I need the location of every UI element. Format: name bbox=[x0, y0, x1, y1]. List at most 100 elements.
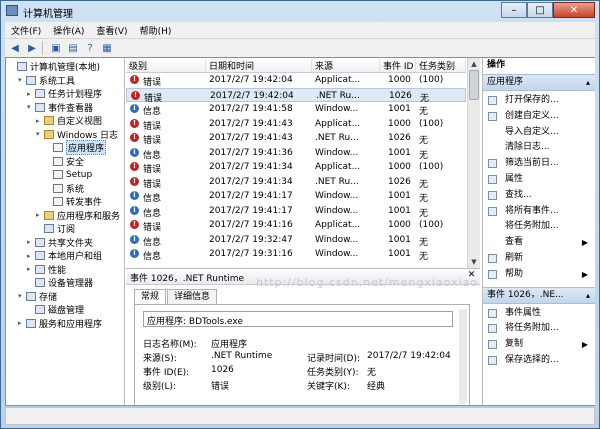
expand-arrow-icon[interactable]: ▾ bbox=[18, 76, 26, 84]
minimize-button[interactable]: – bbox=[501, 2, 527, 18]
tree-node[interactable]: ▾ 系统工具 bbox=[18, 74, 75, 87]
expand-arrow-icon[interactable]: ▸ bbox=[36, 211, 44, 219]
tree-node[interactable]: ▾ 存储 bbox=[18, 290, 57, 303]
table-row[interactable]: ! 错误 2017/2/7 19:41:16 Applicat... 1000 (100) bbox=[126, 218, 466, 233]
collapse-arrow-icon[interactable]: ▴ bbox=[586, 75, 590, 90]
scroll-thumb[interactable] bbox=[469, 70, 479, 100]
table-row[interactable]: ! 错误 2017/2/7 19:41:34 .NET Ru... 1026 无 bbox=[126, 175, 466, 190]
table-row[interactable]: i 信息 2017/2/7 19:41:17 Window... 1001 无 bbox=[126, 189, 466, 204]
menu-help[interactable]: 帮助(H) bbox=[134, 22, 178, 38]
action-item[interactable]: 打开保存的... bbox=[483, 93, 595, 108]
error-icon: ! bbox=[130, 176, 139, 186]
action-item[interactable]: 保存选择的... bbox=[483, 353, 595, 368]
forward-icon[interactable]: ▶ bbox=[25, 41, 39, 55]
action-item[interactable]: 属性 bbox=[483, 172, 595, 187]
tree-node[interactable]: ▸ 服务和应用程序 bbox=[18, 317, 102, 330]
help-icon bbox=[488, 269, 497, 279]
column-event-id[interactable]: 事件 ID bbox=[380, 59, 416, 72]
action-item[interactable]: 事件属性 bbox=[483, 306, 595, 321]
expand-arrow-icon[interactable]: ▸ bbox=[18, 319, 26, 327]
close-button[interactable]: ✕ bbox=[553, 2, 595, 18]
expand-arrow-icon[interactable]: ▸ bbox=[27, 265, 35, 273]
cell-cat: 无 bbox=[419, 208, 429, 219]
menu-file[interactable]: 文件(F) bbox=[5, 22, 47, 38]
folder-icon bbox=[44, 116, 54, 125]
table-row[interactable]: ! 错误 2017/2/7 19:41:43 Applicat... 1000 (100) bbox=[126, 117, 466, 132]
action-item[interactable]: 导入自定义... bbox=[483, 125, 595, 140]
column-source[interactable]: 来源 bbox=[312, 59, 380, 72]
detail-scrollbar[interactable] bbox=[459, 309, 467, 404]
actions-section-label: 事件 1026，.NE... bbox=[487, 289, 564, 300]
tree-node[interactable]: ▸ 任务计划程序 bbox=[27, 87, 102, 100]
action-item[interactable]: 查找... bbox=[483, 188, 595, 203]
menu-view[interactable]: 查看(V) bbox=[90, 22, 133, 38]
table-row[interactable]: ! 错误 2017/2/7 19:41:43 .NET Ru... 1026 无 bbox=[126, 131, 466, 146]
actions-section[interactable]: 事件 1026，.NE... ▴ bbox=[483, 286, 595, 304]
table-row[interactable]: i 信息 2017/2/7 19:41:17 Window... 1001 无 bbox=[126, 204, 466, 219]
tree-node[interactable]: 订阅 bbox=[36, 222, 75, 235]
action-item[interactable]: 清除日志... bbox=[483, 140, 595, 155]
action-item[interactable]: 复制 ▶ bbox=[483, 337, 595, 352]
action-item[interactable]: 将任务附加... bbox=[483, 321, 595, 336]
table-row[interactable]: i 信息 2017/2/7 19:31:16 Window... 1001 无 bbox=[126, 247, 466, 262]
tree-node[interactable]: ▸ 自定义视图 bbox=[36, 114, 102, 127]
expand-arrow-icon[interactable]: ▾ bbox=[18, 292, 26, 300]
tree-node[interactable]: 应用程序 bbox=[45, 140, 107, 155]
scroll-down-icon[interactable]: ▼ bbox=[468, 256, 480, 268]
tree-node[interactable]: ▾ 事件查看器 bbox=[27, 101, 93, 114]
column-task-category[interactable]: 任务类别 bbox=[416, 59, 466, 72]
tree-node[interactable]: ▸ 共享文件夹 bbox=[27, 236, 93, 249]
title-bar[interactable]: 计算机管理 – □ ✕ bbox=[1, 1, 599, 21]
tab-general[interactable]: 常规 bbox=[134, 289, 167, 305]
action-item[interactable]: 查看 ▶ bbox=[483, 235, 595, 250]
expand-arrow-icon[interactable]: ▾ bbox=[27, 103, 35, 111]
event-description-box[interactable]: 应用程序: BDTools.exe bbox=[143, 311, 453, 327]
event-id-label: 事件 ID(E): bbox=[143, 368, 190, 378]
table-row[interactable]: i 信息 2017/2/7 19:41:36 Window... 1001 无 bbox=[126, 146, 466, 161]
actions-section[interactable]: 应用程序 ▴ bbox=[483, 74, 595, 91]
tree-node[interactable]: 系统 bbox=[45, 182, 84, 195]
action-item[interactable]: 将所有事件... bbox=[483, 204, 595, 219]
tree-node[interactable]: 安全 bbox=[45, 155, 84, 168]
action-item[interactable]: 创建自定义... bbox=[483, 109, 595, 124]
tree-node[interactable]: 磁盘管理 bbox=[27, 303, 84, 316]
console-icon[interactable]: ▦ bbox=[100, 41, 114, 55]
tree-node[interactable]: 设备管理器 bbox=[27, 276, 93, 289]
folder-up-icon[interactable]: ▣ bbox=[49, 41, 63, 55]
expand-arrow-icon[interactable]: ▸ bbox=[27, 252, 35, 260]
table-row[interactable]: ! 错误 2017/2/7 19:41:34 Applicat... 1000 (100) bbox=[126, 160, 466, 175]
tree-node[interactable]: 计算机管理(本地) bbox=[9, 60, 100, 73]
tree-node[interactable]: ▸ 应用程序和服务 bbox=[36, 209, 120, 222]
event-list-scrollbar[interactable]: ▲ ▼ bbox=[467, 58, 480, 268]
table-row[interactable]: ! 错误 2017/2/7 19:42:04 Applicat... 1000 (100) bbox=[126, 73, 466, 88]
tree-node[interactable]: ▸ 性能 bbox=[27, 263, 66, 276]
action-item[interactable]: 将任务附加... bbox=[483, 219, 595, 234]
scroll-up-icon[interactable]: ▲ bbox=[468, 58, 480, 70]
column-datetime[interactable]: 日期和时间 bbox=[206, 59, 312, 72]
table-row[interactable]: i 信息 2017/2/7 19:32:47 Window... 1001 无 bbox=[126, 233, 466, 248]
tab-details[interactable]: 详细信息 bbox=[167, 289, 218, 304]
tree-node-label: 应用程序 bbox=[66, 140, 107, 155]
expand-arrow-icon[interactable]: ▸ bbox=[36, 117, 44, 125]
tree-node[interactable]: 转发事件 bbox=[45, 195, 102, 208]
expand-arrow-icon[interactable]: ▾ bbox=[36, 130, 44, 138]
expand-arrow-icon[interactable]: ▸ bbox=[27, 90, 35, 98]
show-hide-tree-icon[interactable]: ▤ bbox=[66, 41, 80, 55]
tree-node[interactable]: ▾ Windows 日志 bbox=[36, 128, 118, 141]
table-row[interactable]: i 信息 2017/2/7 19:41:58 Window... 1001 无 bbox=[126, 102, 466, 117]
tree-node[interactable]: ▸ 本地用户和组 bbox=[27, 249, 102, 262]
help-icon[interactable]: ? bbox=[83, 41, 97, 55]
action-item[interactable]: 筛选当前日... bbox=[483, 156, 595, 171]
menu-action[interactable]: 操作(A) bbox=[47, 22, 90, 38]
error-icon: ! bbox=[130, 133, 139, 142]
expand-arrow-icon[interactable]: ▸ bbox=[27, 238, 35, 246]
back-icon[interactable]: ◀ bbox=[8, 41, 22, 55]
column-level[interactable]: 级别 bbox=[126, 59, 206, 72]
tree-node[interactable]: Setup bbox=[45, 168, 92, 181]
maximize-button[interactable]: □ bbox=[527, 2, 553, 18]
info-icon: i bbox=[130, 205, 139, 215]
collapse-arrow-icon[interactable]: ▴ bbox=[586, 288, 590, 303]
action-item[interactable]: 帮助 ▶ bbox=[483, 267, 595, 282]
action-item[interactable]: 刷新 bbox=[483, 251, 595, 266]
table-row[interactable]: ! 错误 2017/2/7 19:42:04 .NET Ru... 1026 无 bbox=[126, 87, 466, 104]
